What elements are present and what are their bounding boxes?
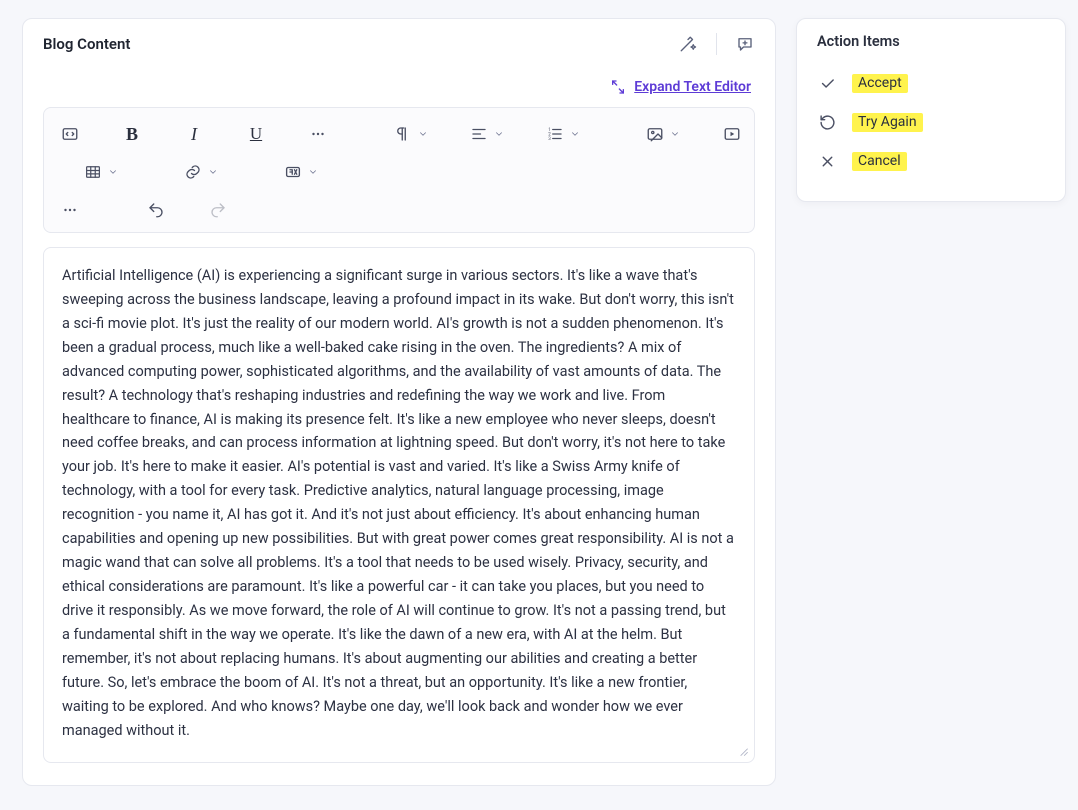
chevron-down-icon bbox=[418, 129, 428, 139]
cancel-label: Cancel bbox=[852, 152, 907, 171]
more-tools-button[interactable] bbox=[54, 194, 86, 226]
insert-video-button[interactable] bbox=[716, 118, 748, 150]
insert-table-button[interactable] bbox=[78, 156, 124, 188]
more-format-button[interactable] bbox=[302, 118, 334, 150]
chevron-down-icon bbox=[670, 129, 680, 139]
insert-link-button[interactable] bbox=[178, 156, 224, 188]
resize-handle-icon[interactable] bbox=[736, 744, 750, 758]
blog-content-panel: Blog Content bbox=[22, 18, 776, 786]
insert-field-button[interactable] bbox=[278, 156, 324, 188]
chevron-down-icon bbox=[108, 167, 118, 177]
svg-text:3: 3 bbox=[548, 136, 551, 142]
insert-image-button[interactable] bbox=[640, 118, 686, 150]
cancel-button[interactable]: Cancel bbox=[817, 142, 1045, 181]
underline-button[interactable]: U bbox=[240, 118, 272, 150]
accept-label: Accept bbox=[852, 74, 908, 93]
expand-editor-link[interactable]: Expand Text Editor bbox=[610, 79, 751, 95]
bold-button[interactable]: B bbox=[116, 118, 148, 150]
redo-button[interactable] bbox=[202, 194, 234, 226]
chevron-down-icon bbox=[570, 129, 580, 139]
chevron-down-icon bbox=[208, 167, 218, 177]
panel-title: Blog Content bbox=[43, 35, 130, 53]
editor-text[interactable]: Artificial Intelligence (AI) is experien… bbox=[62, 264, 736, 742]
refresh-icon bbox=[819, 114, 836, 131]
undo-button[interactable] bbox=[140, 194, 172, 226]
check-icon bbox=[819, 75, 836, 92]
expand-icon bbox=[610, 79, 626, 95]
paragraph-format-button[interactable] bbox=[388, 118, 434, 150]
try-again-button[interactable]: Try Again bbox=[817, 103, 1045, 142]
magic-wand-icon[interactable] bbox=[678, 34, 698, 54]
close-icon bbox=[819, 153, 836, 170]
action-items-title: Action Items bbox=[817, 33, 1045, 50]
separator bbox=[716, 33, 717, 55]
italic-button[interactable]: I bbox=[178, 118, 210, 150]
chevron-down-icon bbox=[308, 167, 318, 177]
accept-button[interactable]: Accept bbox=[817, 64, 1045, 103]
add-comment-icon[interactable] bbox=[735, 34, 755, 54]
code-view-button[interactable] bbox=[54, 118, 86, 150]
try-again-label: Try Again bbox=[852, 113, 923, 132]
list-button[interactable]: 123 bbox=[540, 118, 586, 150]
chevron-down-icon bbox=[494, 129, 504, 139]
editor-content-area[interactable]: Artificial Intelligence (AI) is experien… bbox=[43, 247, 755, 763]
expand-editor-label: Expand Text Editor bbox=[634, 79, 751, 95]
action-items-panel: Action Items Accept Try Again Cancel bbox=[796, 18, 1066, 202]
align-button[interactable] bbox=[464, 118, 510, 150]
editor-toolbar: B I U bbox=[43, 107, 755, 233]
